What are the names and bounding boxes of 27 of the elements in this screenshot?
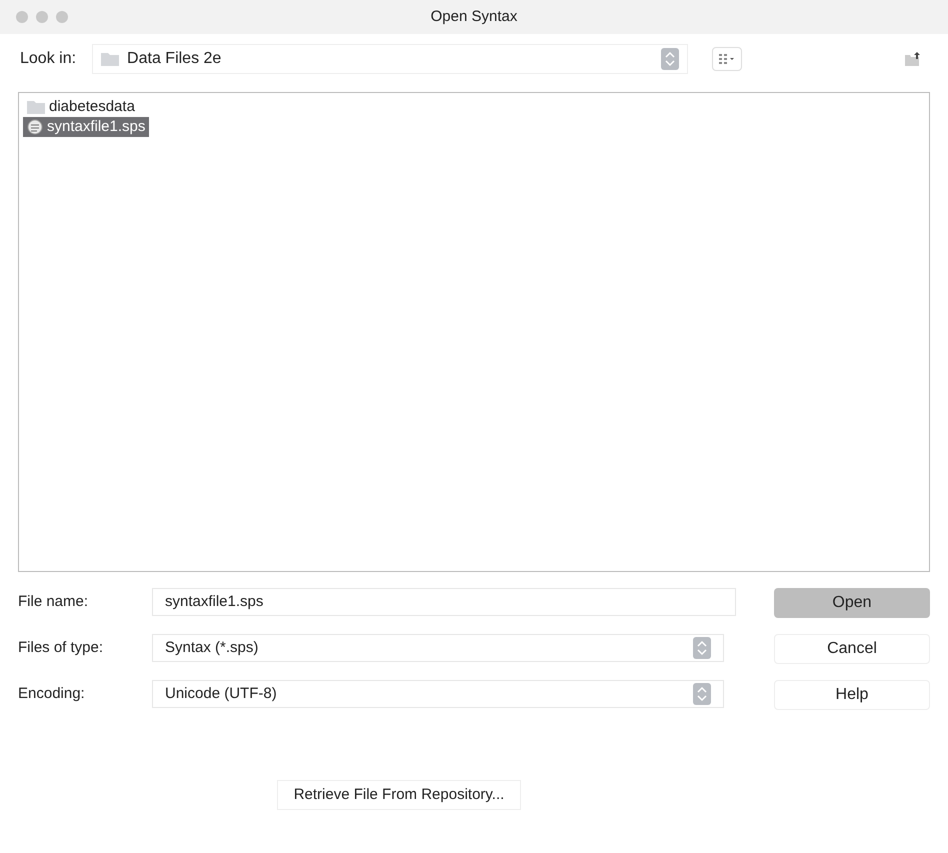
retrieve-button[interactable]: Retrieve File From Repository... — [276, 780, 522, 810]
document-icon — [27, 119, 43, 135]
file-item[interactable]: syntaxfile1.sps — [23, 117, 150, 137]
folder-icon — [27, 100, 45, 114]
file-type-label: Files of type: — [18, 638, 104, 658]
dialog-button[interactable]: Help — [774, 680, 930, 710]
folder-icon — [101, 52, 120, 66]
window-control-icon[interactable] — [16, 11, 28, 23]
window-title: Open Syntax — [430, 6, 518, 27]
window-control-icon[interactable] — [56, 11, 68, 23]
look-in-dropdown[interactable]: Data Files 2e — [92, 44, 688, 74]
stepper-icon — [661, 48, 679, 70]
window-control-icon[interactable] — [36, 11, 48, 23]
view-menu-button[interactable] — [712, 47, 742, 71]
file-type-dropdown[interactable]: Syntax (*.sps) — [152, 634, 724, 662]
encoding-label: Encoding: — [18, 684, 86, 704]
folder-up-icon — [905, 52, 921, 66]
stepper-icon — [693, 683, 711, 705]
file-item[interactable]: diabetesdata — [23, 97, 139, 117]
encoding-dropdown[interactable]: Unicode (UTF-8) — [152, 680, 724, 708]
look-in-label: Look in: — [20, 49, 76, 69]
file-name-label: File name: — [18, 592, 90, 612]
list-view-icon — [718, 54, 736, 64]
stepper-icon — [693, 637, 711, 659]
primary-button[interactable]: Open — [774, 588, 930, 618]
dialog-button[interactable]: Cancel — [774, 634, 930, 664]
file-name-field[interactable]: syntaxfile1.sps — [152, 588, 736, 616]
